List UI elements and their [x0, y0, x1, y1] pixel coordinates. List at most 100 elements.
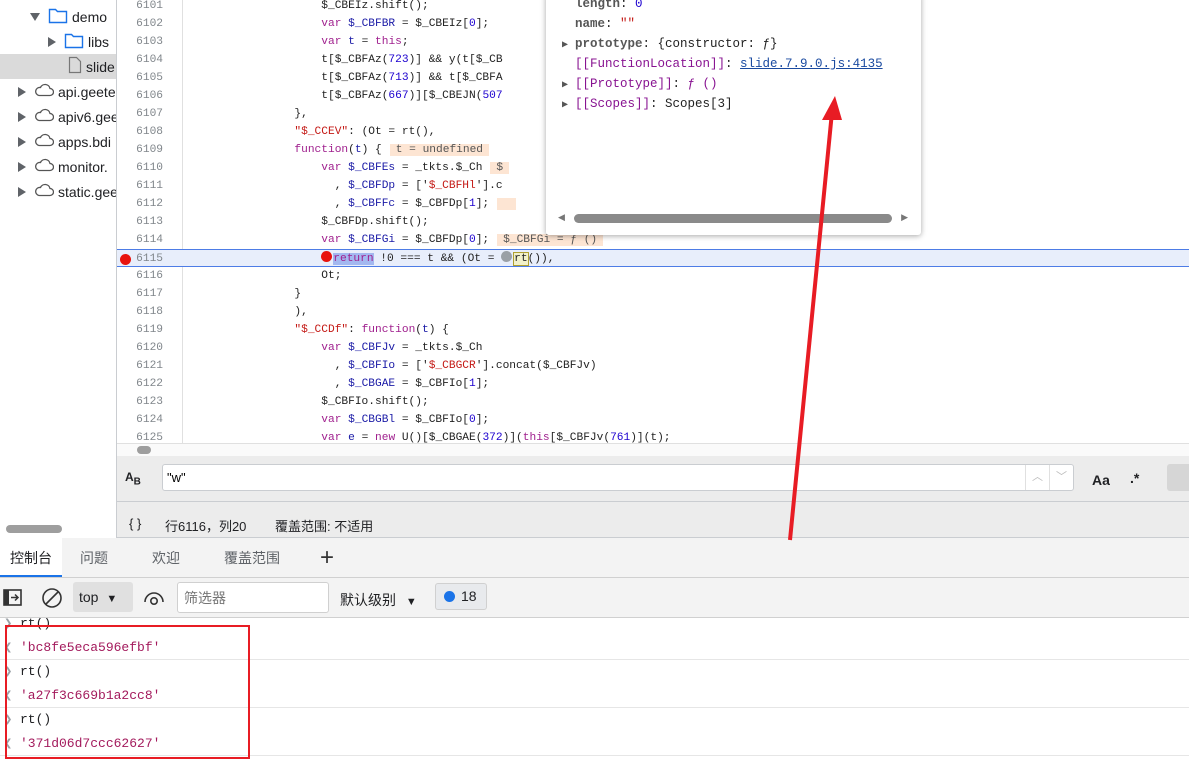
line-number[interactable]: 6110: [117, 159, 163, 177]
inline-breakpoint-inactive-icon[interactable]: [501, 251, 513, 262]
tab-issues[interactable]: 问题: [70, 538, 118, 577]
property-row[interactable]: ▶ prototype: {constructor: ƒ}: [562, 34, 778, 54]
expand-arrow-icon[interactable]: ▶: [562, 96, 575, 116]
line-number[interactable]: 6104: [117, 51, 163, 69]
line-number[interactable]: 6114: [117, 231, 163, 249]
tab-welcome[interactable]: 欢迎: [142, 538, 190, 577]
line-number[interactable]: 6125: [117, 429, 163, 443]
scroll-right-icon[interactable]: ▶: [901, 212, 908, 223]
property-row[interactable]: ▶ [[Prototype]]: ƒ (): [562, 74, 718, 94]
tree-item[interactable]: libs: [0, 29, 116, 54]
log-level-dropdown[interactable]: 默认级别 ▼: [340, 590, 417, 610]
line-number[interactable]: 6123: [117, 393, 163, 411]
code-line[interactable]: 6124 var $_CBGBl = $_CBFIo[0];: [117, 411, 1189, 429]
line-number[interactable]: 6122: [117, 375, 163, 393]
search-input[interactable]: [162, 464, 1074, 491]
expanded-arrow-icon[interactable]: [30, 12, 40, 21]
sidebar-toggle-icon[interactable]: [3, 589, 23, 607]
console-filter-input[interactable]: [177, 582, 329, 613]
replace-ab-icon[interactable]: AB: [125, 470, 141, 487]
collapsed-arrow-icon[interactable]: [18, 186, 26, 197]
property-separator: :: [725, 57, 741, 71]
line-number[interactable]: 6108: [117, 123, 163, 141]
line-number[interactable]: 6118: [117, 303, 163, 321]
previous-match-button[interactable]: ︿: [1025, 465, 1049, 490]
expand-arrow-icon[interactable]: ▶: [562, 36, 575, 56]
tree-item[interactable]: static.gee: [0, 179, 116, 204]
popover-scrollbar[interactable]: ◀ ▶: [558, 212, 908, 226]
code-text: function(t) {t = undefined: [187, 141, 490, 159]
object-preview-popover: length: 0 name: "" ▶ prototype: {construc…: [546, 0, 921, 235]
tree-item[interactable]: demo: [0, 4, 116, 29]
code-line[interactable]: 6125 var e = new U()[$_CBGAE(372)](this[…: [117, 429, 1189, 443]
tree-item[interactable]: monitor.: [0, 154, 116, 179]
tree-item[interactable]: slide: [0, 54, 116, 79]
code-line[interactable]: 6118 ),: [117, 303, 1189, 321]
search-submit-button[interactable]: [1167, 464, 1189, 491]
line-number[interactable]: 6111: [117, 177, 163, 195]
collapsed-arrow-icon[interactable]: [18, 136, 26, 147]
next-match-button[interactable]: ﹀: [1049, 465, 1073, 490]
editor-horizontal-scrollbar[interactable]: [117, 443, 1189, 456]
property-row[interactable]: name: "": [562, 14, 635, 34]
collapsed-arrow-icon[interactable]: [18, 161, 26, 172]
inline-breakpoint-icon[interactable]: [321, 251, 333, 262]
property-row[interactable]: ▶ [[Scopes]]: Scopes[3]: [562, 94, 733, 114]
tab-console[interactable]: 控制台: [0, 538, 62, 577]
code-text: $_CBFIo.shift();: [187, 393, 428, 411]
code-line[interactable]: 6117 }: [117, 285, 1189, 303]
line-number[interactable]: 6107: [117, 105, 163, 123]
code-text: var $_CBFBR = $_CBEIz[0];: [187, 15, 489, 33]
tree-item[interactable]: apps.bdi: [0, 129, 116, 154]
code-line[interactable]: 6121 , $_CBFIo = ['$_CBGCR'].concat($_CB…: [117, 357, 1189, 375]
line-number[interactable]: 6109: [117, 141, 163, 159]
scrollbar-thumb[interactable]: [574, 214, 892, 223]
tab-coverage[interactable]: 覆盖范围: [214, 538, 290, 577]
collapsed-arrow-icon[interactable]: [48, 36, 56, 47]
code-line[interactable]: 6122 , $_CBGAE = $_CBFIo[1];: [117, 375, 1189, 393]
regex-button[interactable]: .*: [1130, 470, 1139, 486]
function-location-link[interactable]: slide.7.9.0.js:4135: [740, 57, 883, 71]
pretty-print-button[interactable]: { }: [129, 516, 141, 531]
property-row[interactable]: [[FunctionLocation]]: slide.7.9.0.js:413…: [562, 54, 883, 74]
line-number[interactable]: 6119: [117, 321, 163, 339]
line-number[interactable]: 6120: [117, 339, 163, 357]
code-line[interactable]: 6123 $_CBFIo.shift();: [117, 393, 1189, 411]
line-number[interactable]: 6113: [117, 213, 163, 231]
line-number[interactable]: 6101: [117, 0, 163, 15]
match-case-button[interactable]: Aa: [1092, 472, 1110, 488]
scrollbar-thumb[interactable]: [137, 446, 151, 454]
code-token: ) {: [361, 144, 382, 156]
property-row[interactable]: length: 0: [562, 0, 643, 14]
tree-item[interactable]: apiv6.gee: [0, 104, 116, 129]
scrollbar-thumb[interactable]: [6, 525, 62, 533]
line-number[interactable]: 6124: [117, 411, 163, 429]
add-tab-button[interactable]: +: [310, 538, 344, 577]
tree-item[interactable]: api.geete: [0, 79, 116, 104]
line-number[interactable]: 6112: [117, 195, 163, 213]
code-line[interactable]: 6120 var $_CBFJv = _tkts.$_Ch: [117, 339, 1189, 357]
line-number[interactable]: 6103: [117, 33, 163, 51]
dropdown-arrow-icon: ▼: [106, 593, 118, 605]
line-number[interactable]: 6116: [117, 267, 163, 285]
code-token: $_CBFJv: [348, 342, 396, 354]
context-selector[interactable]: top ▼: [73, 582, 133, 612]
live-expression-eye-icon[interactable]: [143, 588, 165, 608]
expand-arrow-icon[interactable]: ▶: [562, 76, 575, 96]
scroll-left-icon[interactable]: ◀: [558, 212, 565, 223]
message-count-badge[interactable]: 18: [435, 583, 487, 610]
code-line[interactable]: 6119 "$_CCDf": function(t) {: [117, 321, 1189, 339]
line-number[interactable]: 6102: [117, 15, 163, 33]
collapsed-arrow-icon[interactable]: [18, 111, 26, 122]
line-number[interactable]: 6105: [117, 69, 163, 87]
line-number[interactable]: 6121: [117, 357, 163, 375]
collapsed-arrow-icon[interactable]: [18, 86, 26, 97]
code-token: ) {: [428, 324, 449, 336]
code-line[interactable]: 6116 Ot;: [117, 267, 1189, 285]
line-number[interactable]: 6106: [117, 87, 163, 105]
code-line[interactable]: 6115 return !0 === t && (Ot = rt()),: [117, 249, 1189, 267]
clear-console-icon[interactable]: [41, 587, 63, 609]
line-number[interactable]: 6117: [117, 285, 163, 303]
line-number[interactable]: 6115: [117, 250, 163, 268]
file-tree-scrollbar[interactable]: [0, 520, 117, 538]
